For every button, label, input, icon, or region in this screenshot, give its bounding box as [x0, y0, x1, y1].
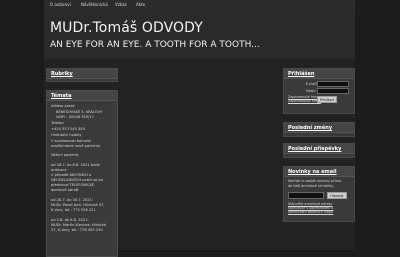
newsletter-email-input[interactable] [288, 192, 324, 199]
text-line: +420 353 545 355 [51, 127, 85, 131]
top-navigation: O autorovi Návštěvnická Vzkaz Akte [44, 0, 355, 9]
text-line: Telefon [51, 121, 64, 125]
rubriky-heading[interactable]: Rubriky [47, 69, 117, 79]
text-line: domluvě obraťt [51, 188, 79, 192]
recent-changes-heading[interactable]: Poslední změny [284, 123, 354, 133]
newsletter-panel: Novinky na email Nechte si zasílat novin… [283, 166, 355, 222]
newsletter-footer[interactable]: zpracování osobních údajů [288, 210, 333, 215]
text-line: VARY - DOLNÍ 359/17 [56, 115, 94, 119]
temata-heading[interactable]: Témata [47, 91, 117, 101]
nav-link-guestbook[interactable]: Návštěvnická [81, 2, 108, 7]
password-label: Heslo [306, 89, 316, 93]
site-title[interactable]: MUDr.Tomáš ODVODY [50, 20, 203, 36]
password-field[interactable] [317, 88, 349, 94]
text-line: Adresa praxe [51, 104, 75, 108]
rubriky-panel: Rubriky [46, 68, 118, 82]
newsletter-body: Nechte si zasílat novinky přímo do Vaší … [284, 177, 354, 219]
text-line: K.Vary, tel.: 775 558 221 [51, 208, 96, 212]
temata-panel: Témata Adresa praxe BENEŠOVSKÉ 3, KRALOV… [46, 90, 118, 257]
email-field[interactable] [317, 81, 349, 87]
text-line: nepřijímáme nové pacienty [51, 144, 101, 148]
remember-password-link[interactable]: Zapamatovat heslo [288, 99, 321, 104]
recent-posts-panel: Poslední příspěvky [283, 143, 355, 158]
page-wrapper: O autorovi Návštěvnická Vzkaz Akte MUDr.… [44, 0, 355, 257]
text-line: Ordinační hodiny [51, 133, 82, 137]
nav-link-news[interactable]: Akte [136, 2, 145, 7]
login-form: E-mail Heslo Zapomenuté heslo Zapamatova… [284, 79, 354, 111]
site-header: MUDr.Tomáš ODVODY AN EYE FOR AN EYE. A T… [44, 9, 355, 59]
temata-content: Adresa praxe BENEŠOVSKÉ 3, KRALOVY VARY … [47, 101, 117, 251]
newsletter-heading: Novinky na email [284, 167, 354, 177]
newsletter-text: do Vaší emailové schránky. [288, 184, 334, 188]
recent-changes-panel: Poslední změny [283, 122, 355, 137]
text-line: Vážení pacienti, [51, 153, 80, 157]
recent-posts-heading[interactable]: Poslední příspěvky [284, 144, 354, 154]
nav-link-author[interactable]: O autorovi [50, 2, 71, 7]
email-label: E-mail [306, 82, 317, 86]
site-subtitle: AN EYE FOR AN EYE. A TOOTH FOR A TOOTH..… [50, 40, 260, 50]
login-heading: Přihlášen [284, 69, 354, 79]
text-line: 37, K.Vary, tel.: 776 445 230 [51, 228, 103, 232]
newsletter-submit-button[interactable]: Odeslat [327, 192, 347, 199]
login-button[interactable]: Přihlásit [317, 96, 337, 103]
login-panel: Přihlášen E-mail Heslo Zapomenuté heslo … [283, 68, 355, 114]
nav-link-message[interactable]: Vzkaz [115, 2, 127, 7]
